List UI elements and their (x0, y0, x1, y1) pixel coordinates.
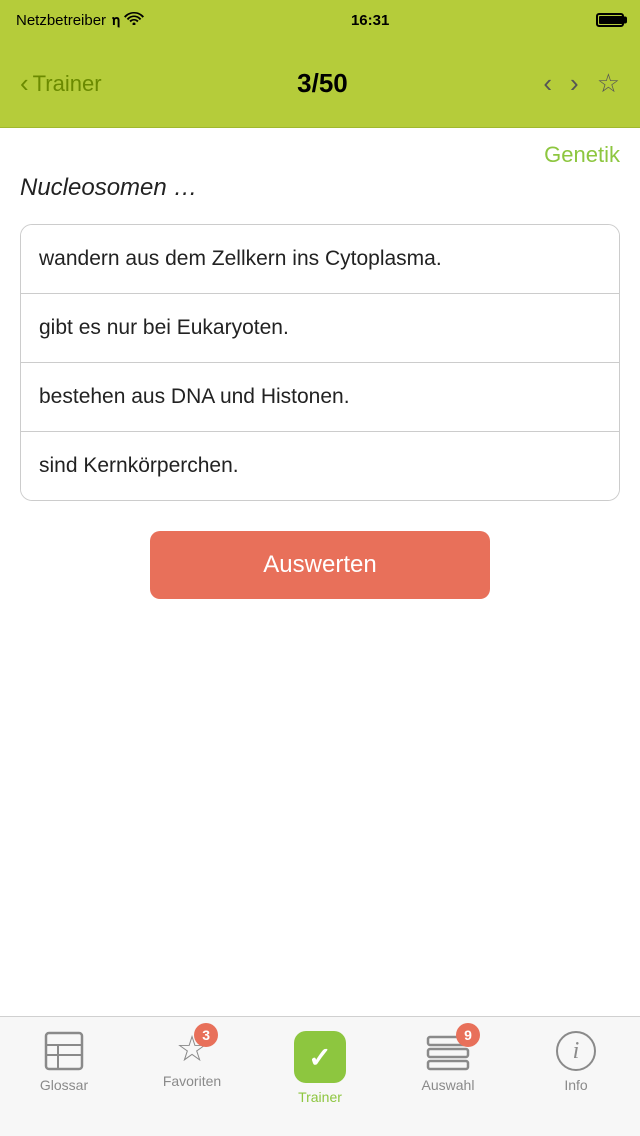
auswerten-button[interactable]: Auswerten (150, 531, 490, 599)
answer-option-2[interactable]: gibt es nur bei Eukaryoten. (21, 294, 619, 363)
content-area: Genetik Nucleosomen … wandern aus dem Ze… (0, 128, 640, 599)
wifi-icon: 𝛈 (112, 11, 144, 29)
nav-title: 3/50 (297, 68, 348, 99)
tab-glossar[interactable]: Glossar (0, 1031, 128, 1093)
tab-favoriten[interactable]: ☆ 3 Favoriten (128, 1031, 256, 1089)
tab-auswahl[interactable]: 9 Auswahl (384, 1031, 512, 1093)
trainer-icon-wrap: ✓ (294, 1031, 346, 1083)
tab-trainer-label: Trainer (298, 1089, 342, 1105)
glossar-icon-wrap (42, 1031, 86, 1071)
favorite-star-icon[interactable]: ☆ (597, 68, 620, 99)
tab-bar: Glossar ☆ 3 Favoriten ✓ Trainer 9 Auswah… (0, 1016, 640, 1136)
auswahl-badge: 9 (456, 1023, 480, 1047)
answers-container: wandern aus dem Zellkern ins Cytoplasma.… (20, 224, 620, 501)
info-circle-icon: i (556, 1031, 596, 1071)
info-icon-wrap: i (556, 1031, 596, 1071)
back-button[interactable]: ‹ Trainer (20, 68, 102, 99)
tab-info[interactable]: i Info (512, 1031, 640, 1093)
favoriten-badge: 3 (194, 1023, 218, 1047)
tab-auswahl-label: Auswahl (422, 1077, 475, 1093)
favoriten-icon-wrap: ☆ 3 (176, 1031, 208, 1067)
prev-arrow-icon[interactable]: ‹ (543, 68, 552, 99)
auswahl-icon-wrap: 9 (426, 1031, 470, 1071)
trainer-checkmark-icon: ✓ (308, 1041, 331, 1074)
answer-option-1[interactable]: wandern aus dem Zellkern ins Cytoplasma. (21, 225, 619, 294)
status-bar-left: Netzbetreiber 𝛈 (16, 11, 144, 29)
status-bar-time: 16:31 (351, 12, 389, 29)
question-text: Nucleosomen … (20, 174, 620, 202)
next-arrow-icon[interactable]: › (570, 68, 579, 99)
battery-icon (596, 13, 624, 27)
back-chevron-icon: ‹ (20, 68, 29, 99)
category-label: Genetik (20, 142, 620, 168)
nav-bar: ‹ Trainer 3/50 ‹ › ☆ (0, 40, 640, 128)
nav-right-controls: ‹ › ☆ (543, 68, 620, 99)
answer-option-4[interactable]: sind Kernkörperchen. (21, 432, 619, 500)
trainer-icon-bg: ✓ (294, 1031, 346, 1083)
status-bar: Netzbetreiber 𝛈 16:31 (0, 0, 640, 40)
tab-favoriten-label: Favoriten (163, 1073, 221, 1089)
tab-trainer[interactable]: ✓ Trainer (256, 1031, 384, 1105)
back-label: Trainer (33, 71, 102, 97)
answer-option-3[interactable]: bestehen aus DNA und Histonen. (21, 363, 619, 432)
tab-info-label: Info (564, 1077, 587, 1093)
status-bar-right (596, 13, 624, 27)
carrier-label: Netzbetreiber (16, 12, 106, 29)
tab-glossar-label: Glossar (40, 1077, 88, 1093)
glossar-icon (42, 1031, 86, 1071)
